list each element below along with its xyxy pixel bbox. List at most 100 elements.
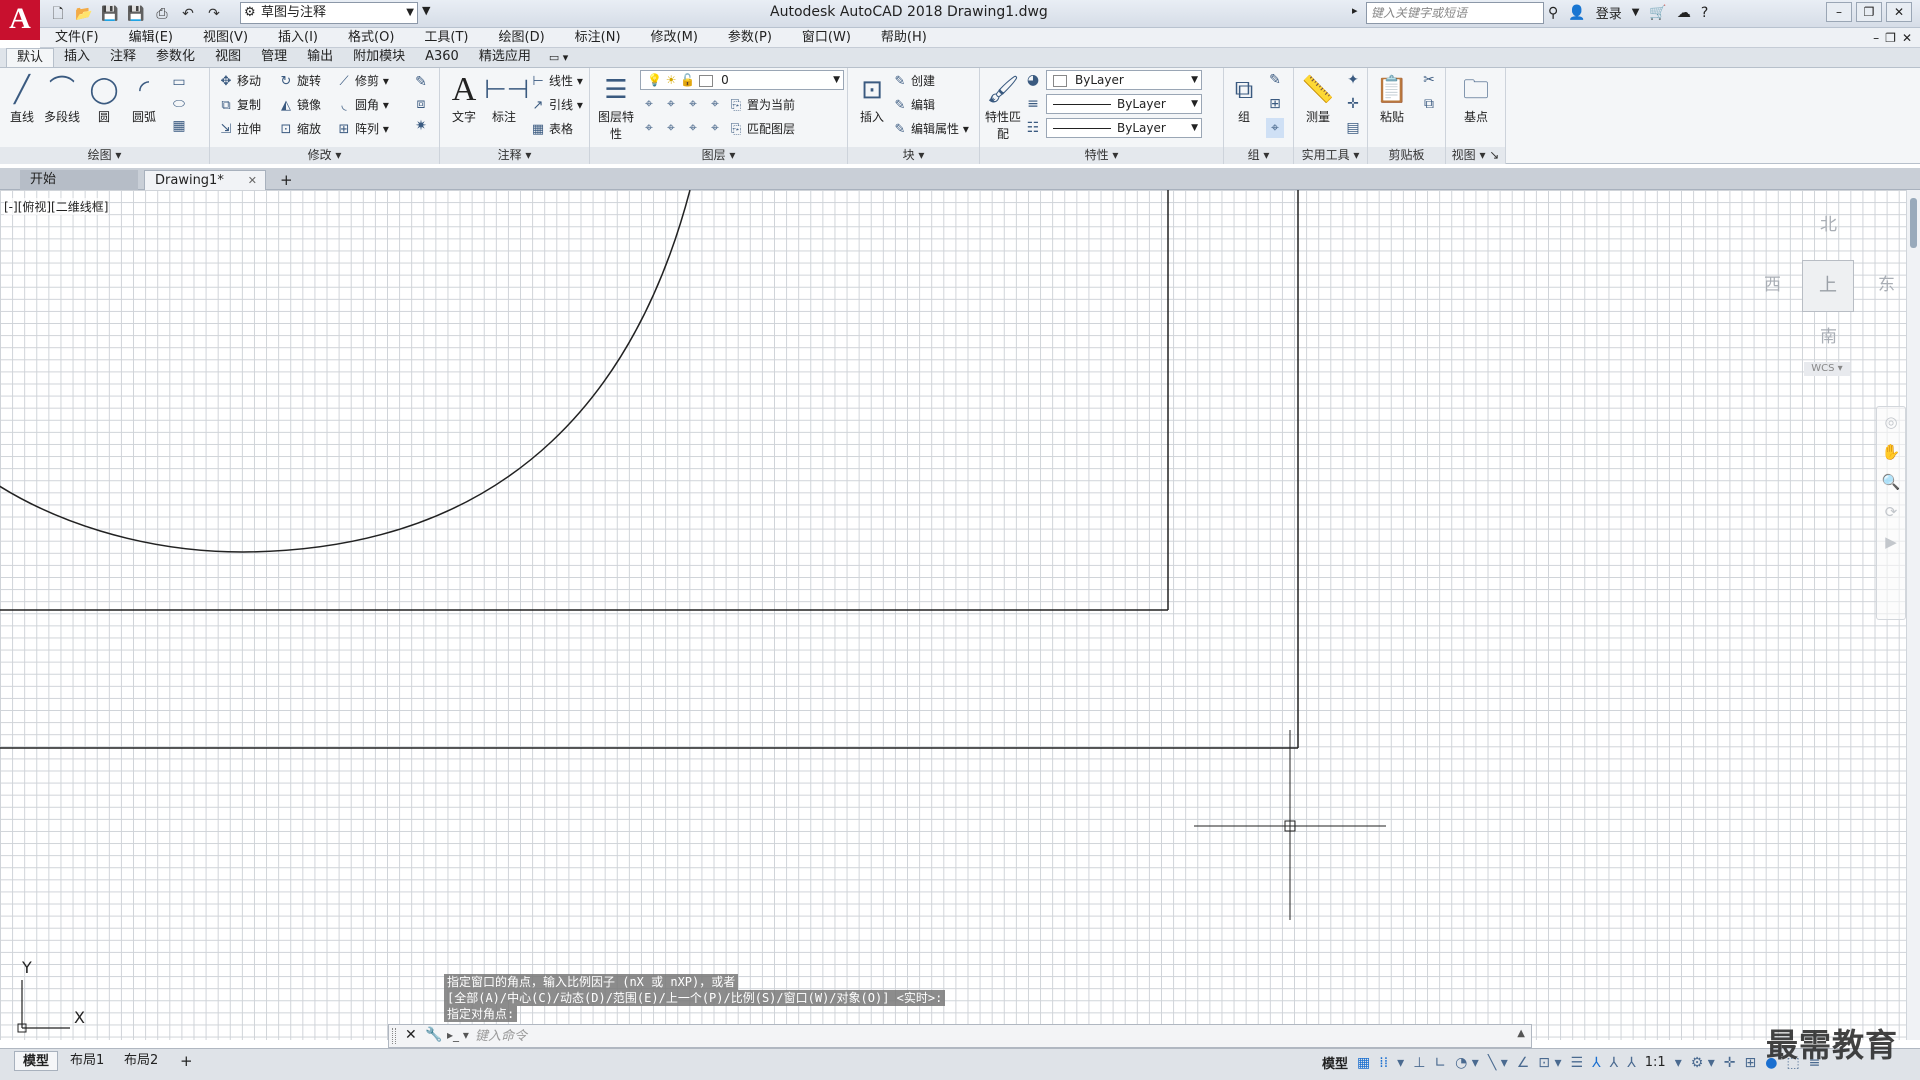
close-icon[interactable]: ✕: [248, 171, 257, 191]
panel-title-draw[interactable]: 绘图 ▾: [0, 147, 209, 164]
auto-scale-icon[interactable]: ⅄: [1610, 1055, 1619, 1071]
quick-select-icon[interactable]: ✦: [1344, 70, 1362, 90]
menu-insert[interactable]: 插入(I): [263, 28, 333, 48]
table-button[interactable]: ▦ 表格: [530, 118, 573, 140]
group-select-icon[interactable]: ⌖: [1266, 118, 1284, 138]
steering-wheel-icon[interactable]: ◎: [1877, 407, 1905, 437]
viewcube-south[interactable]: 南: [1820, 322, 1837, 347]
layer-tool-icon[interactable]: ⌖: [684, 118, 702, 138]
help-icon[interactable]: ?: [1701, 5, 1708, 21]
chevron-down-icon[interactable]: ▼: [1632, 7, 1640, 18]
application-menu-button[interactable]: A: [0, 0, 40, 40]
showmotion-icon[interactable]: ▶: [1877, 527, 1905, 557]
layout-tab-model[interactable]: 模型: [14, 1051, 59, 1071]
tab-view[interactable]: 视图: [205, 48, 251, 67]
panel-title-clipboard[interactable]: 剪贴板: [1368, 147, 1445, 164]
tab-default[interactable]: 默认: [6, 48, 55, 67]
doc-restore-button[interactable]: ❐: [1885, 28, 1896, 48]
panel-title-groups[interactable]: 组 ▾: [1224, 147, 1293, 164]
erase-icon[interactable]: ✎: [412, 72, 430, 92]
lineweight-select[interactable]: ByLayer ▼: [1046, 118, 1202, 138]
scrollbar-thumb[interactable]: [1910, 198, 1917, 248]
tab-manage[interactable]: 管理: [251, 48, 297, 67]
layer-tool-icon[interactable]: ⌖: [684, 94, 702, 114]
offset-icon[interactable]: ⧈: [412, 94, 430, 114]
annotation-scale-select[interactable]: 1:1: [1645, 1055, 1666, 1070]
copy-clip-icon[interactable]: ⧉: [1420, 94, 1438, 114]
annotation-monitor-icon[interactable]: ✛: [1724, 1055, 1736, 1071]
layer-tool-icon[interactable]: ⌖: [706, 118, 724, 138]
text-button[interactable]: A 文字: [444, 72, 484, 125]
new-file-icon[interactable]: 🗋: [48, 4, 68, 24]
create-block-button[interactable]: ✎ 创建: [892, 70, 935, 92]
layout-tab-2[interactable]: 布局2: [116, 1051, 166, 1071]
doc-minimize-button[interactable]: –: [1873, 28, 1879, 48]
drag-handle[interactable]: [392, 1028, 396, 1044]
menu-window[interactable]: 窗口(W): [787, 28, 866, 48]
edit-attribute-button[interactable]: ✎ 编辑属性 ▾: [892, 118, 969, 140]
linear-button[interactable]: ⊢ 线性 ▾: [530, 70, 583, 92]
menu-help[interactable]: 帮助(H): [866, 28, 942, 48]
viewcube[interactable]: 北 西 东 南 上 WCS ▾: [1750, 200, 1910, 390]
chevron-down-icon[interactable]: ▾: [1675, 1055, 1682, 1071]
panel-title-properties[interactable]: 特性 ▾: [980, 147, 1223, 164]
command-input[interactable]: [475, 1027, 1515, 1045]
workspace-select[interactable]: ⚙ 草图与注释 ▼: [240, 2, 418, 24]
panel-title-block[interactable]: 块 ▾: [848, 147, 979, 164]
close-icon[interactable]: ✕: [405, 1027, 417, 1043]
zoom-icon[interactable]: 🔍: [1877, 467, 1905, 497]
match-properties-button[interactable]: 🖌 特性匹配: [982, 72, 1024, 142]
viewcube-north[interactable]: 北: [1820, 210, 1837, 235]
mirror-button[interactable]: ◭ 镜像: [278, 94, 321, 116]
layer-tool-icon[interactable]: ⌖: [662, 94, 680, 114]
cut-icon[interactable]: ✂: [1420, 70, 1438, 90]
viewcube-west[interactable]: 西: [1764, 270, 1781, 295]
hatch-icon[interactable]: ▦: [170, 116, 188, 136]
grid-icon[interactable]: ▦: [1357, 1055, 1370, 1071]
menu-dimension[interactable]: 标注(N): [560, 28, 636, 48]
lineweight-icon[interactable]: ≡: [1024, 94, 1042, 114]
dimension-button[interactable]: ⊢⊣ 标注: [484, 72, 529, 125]
layout-tab-1[interactable]: 布局1: [62, 1051, 112, 1071]
vertical-scrollbar[interactable]: [1906, 190, 1920, 1040]
wcs-menu[interactable]: WCS ▾: [1804, 362, 1850, 376]
undo-icon[interactable]: ↶: [178, 4, 198, 24]
dynamic-ucs-icon[interactable]: ⊡ ▾: [1538, 1055, 1561, 1071]
a360-icon[interactable]: ☁: [1677, 5, 1691, 21]
menu-modify[interactable]: 修改(M): [636, 28, 713, 48]
chevron-up-icon[interactable]: ▲: [1517, 1028, 1525, 1039]
annotation-scale-icon[interactable]: ⅄: [1627, 1055, 1636, 1071]
set-current-layer-button[interactable]: ⎘ 置为当前: [728, 94, 795, 116]
binoculars-icon[interactable]: ⚲: [1548, 5, 1558, 21]
copy-button[interactable]: ⧉ 复制: [218, 94, 261, 116]
open-file-icon[interactable]: 📂: [74, 4, 94, 24]
leader-button[interactable]: ↗ 引线 ▾: [530, 94, 583, 116]
tab-addins[interactable]: 附加模块: [343, 48, 415, 67]
scale-button[interactable]: ⊡ 缩放: [278, 118, 321, 140]
move-button[interactable]: ✥ 移动: [218, 70, 261, 92]
login-button[interactable]: 登录: [1596, 3, 1622, 22]
minimize-button[interactable]: –: [1826, 2, 1852, 22]
color-select[interactable]: ByLayer ▼: [1046, 70, 1202, 90]
tab-a360[interactable]: A360: [415, 48, 469, 67]
search-input[interactable]: 键入关键字或短语: [1366, 2, 1544, 24]
new-layout-button[interactable]: +: [172, 1051, 201, 1071]
save-icon[interactable]: 💾: [100, 4, 120, 24]
point-icon[interactable]: ✛: [1344, 94, 1362, 114]
match-layer-button[interactable]: ⎘ 匹配图层: [728, 118, 795, 140]
menu-format[interactable]: 格式(O): [333, 28, 409, 48]
arc-button[interactable]: ◜ 圆弧: [124, 72, 164, 125]
tab-drawing1[interactable]: Drawing1* ✕: [144, 170, 266, 190]
linetype-select[interactable]: ByLayer ▼: [1046, 94, 1202, 114]
edit-block-button[interactable]: ✎ 编辑: [892, 94, 935, 116]
panel-title-layers[interactable]: 图层 ▾: [590, 147, 847, 164]
close-button[interactable]: ✕: [1886, 2, 1912, 22]
print-icon[interactable]: ⎙: [152, 4, 172, 24]
linetype-icon[interactable]: ☷: [1024, 118, 1042, 138]
panel-title-view[interactable]: 视图 ▾ ↘: [1446, 147, 1505, 164]
insert-block-button[interactable]: ⊡ 插入: [852, 72, 892, 125]
panel-title-modify[interactable]: 修改 ▾: [210, 147, 439, 164]
viewport-controls[interactable]: [-][俯视][二维线框]: [4, 198, 109, 215]
base-view-button[interactable]: 🗀 基点: [1456, 72, 1496, 125]
ellipse-icon[interactable]: ⬭: [170, 94, 188, 114]
